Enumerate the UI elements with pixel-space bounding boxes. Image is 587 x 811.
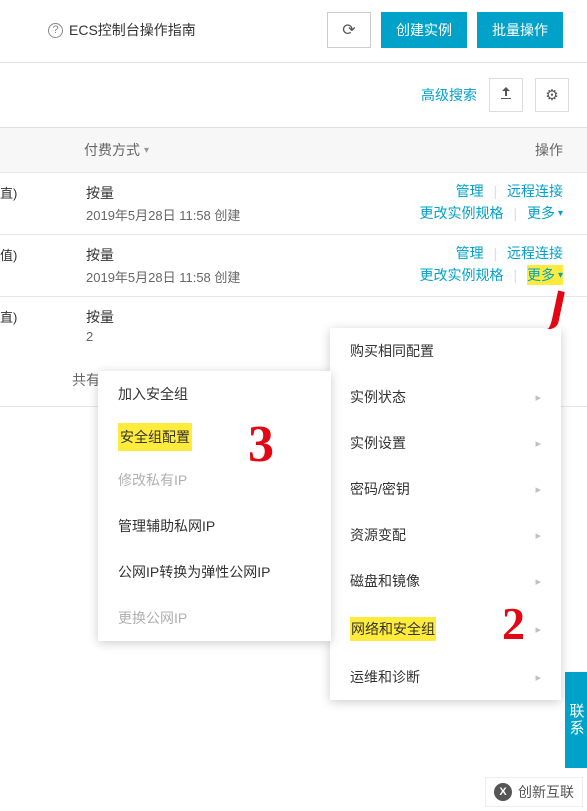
table-header: 付费方式 ▾ 操作	[0, 128, 587, 173]
table-row: 直) 按量 2019年5月28日 11:58 创建 管理 | 远程连接 更改实例…	[0, 173, 587, 235]
contact-sidetab[interactable]: 联系	[565, 672, 587, 768]
password-key-item[interactable]: 密码/密钥 ▸	[330, 466, 561, 512]
chevron-right-icon: ▸	[535, 391, 541, 404]
menu-item-label: 购买相同配置	[350, 341, 434, 361]
row-operations: 管理 | 远程连接 更改实例规格 | 更多 ▾	[420, 181, 563, 223]
convert-eip-item[interactable]: 公网IP转换为弹性公网IP	[98, 549, 331, 595]
batch-operation-button[interactable]: 批量操作	[477, 12, 563, 48]
chevron-right-icon: ▸	[535, 575, 541, 588]
gear-icon: ⚙	[545, 86, 558, 104]
chevron-down-icon: ▾	[558, 270, 563, 281]
pay-column-label: 付费方式	[84, 140, 140, 160]
watermark-logo-icon: X	[494, 783, 512, 801]
create-time: 2019年5月28日 11:58 创建	[86, 267, 240, 286]
pay-type: 按量	[86, 245, 240, 265]
menu-item-label: 密码/密钥	[350, 479, 410, 499]
chevron-right-icon: ▸	[535, 671, 541, 684]
separator: |	[507, 205, 523, 221]
watermark: X 创新互联	[485, 777, 583, 807]
disk-image-item[interactable]: 磁盘和镜像 ▸	[330, 558, 561, 604]
change-spec-link[interactable]: 更改实例规格	[420, 205, 504, 221]
export-button[interactable]	[489, 78, 523, 112]
create-instance-button[interactable]: 创建实例	[381, 12, 467, 48]
chevron-right-icon: ▸	[535, 623, 541, 636]
chevron-right-icon: ▸	[535, 483, 541, 496]
settings-button[interactable]: ⚙	[535, 78, 569, 112]
table-row: 值) 按量 2019年5月28日 11:58 创建 管理 | 远程连接 更改实例…	[0, 235, 587, 297]
menu-item-label: 实例状态	[350, 387, 406, 407]
instance-status-item[interactable]: 实例状态 ▸	[330, 374, 561, 420]
manage-link[interactable]: 管理	[456, 183, 484, 199]
annotation-2: 2	[502, 597, 525, 650]
more-dropdown[interactable]: 更多 ▾	[527, 265, 563, 285]
change-public-ip-item: 更换公网IP	[98, 595, 331, 641]
remote-connect-link[interactable]: 远程连接	[507, 245, 563, 261]
join-security-group-item[interactable]: 加入安全组	[98, 371, 331, 417]
more-dropdown-menu: 购买相同配置 实例状态 ▸ 实例设置 ▸ 密码/密钥 ▸ 资源变配 ▸ 磁盘和镜像 ▸ 网…	[330, 328, 561, 700]
row-id-suffix: 值)	[0, 245, 20, 286]
buy-same-config-item[interactable]: 购买相同配置	[330, 328, 561, 374]
row-id-suffix: 直)	[0, 307, 20, 344]
remote-connect-link[interactable]: 远程连接	[507, 183, 563, 199]
topbar: ? ECS控制台操作指南 ⟳ 创建实例 批量操作	[0, 0, 587, 63]
chevron-down-icon: ▾	[558, 208, 563, 219]
ops-diagnosis-item[interactable]: 运维和诊断 ▸	[330, 654, 561, 700]
pay-column-header[interactable]: 付费方式 ▾	[24, 140, 535, 160]
separator: |	[507, 267, 523, 283]
modify-private-ip-item: 修改私有IP	[98, 457, 331, 503]
security-group-submenu: 加入安全组 安全组配置 修改私有IP 管理辅助私网IP 公网IP转换为弹性公网I…	[98, 371, 331, 641]
create-time: 2019年5月28日 11:58 创建	[86, 205, 240, 224]
menu-item-label: 磁盘和镜像	[350, 571, 420, 591]
separator: |	[487, 183, 503, 199]
advanced-search-link[interactable]: 高级搜索	[421, 85, 477, 105]
pay-type: 按量	[86, 183, 240, 203]
chevron-right-icon: ▸	[535, 529, 541, 542]
manage-link[interactable]: 管理	[456, 245, 484, 261]
change-spec-link[interactable]: 更改实例规格	[420, 267, 504, 283]
manage-secondary-ip-item[interactable]: 管理辅助私网IP	[98, 503, 331, 549]
annotation-3: 3	[248, 415, 274, 474]
watermark-text: 创新互联	[518, 782, 574, 802]
help-icon: ?	[48, 23, 63, 38]
pay-type: 按量	[86, 307, 114, 327]
create-time: 2	[86, 329, 114, 344]
menu-item-label: 资源变配	[350, 525, 406, 545]
menu-item-label: 运维和诊断	[350, 667, 420, 687]
refresh-icon: ⟳	[342, 20, 355, 40]
topbar-actions: ⟳ 创建实例 批量操作	[327, 12, 563, 48]
export-icon	[499, 86, 513, 104]
row-operations: 管理 | 远程连接 更改实例规格 | 更多 ▾	[420, 243, 563, 285]
more-dropdown[interactable]: 更多 ▾	[527, 203, 563, 223]
op-column-header: 操作	[535, 140, 563, 160]
network-security-group-item[interactable]: 网络和安全组 ▸	[330, 604, 561, 654]
separator: |	[487, 245, 503, 261]
guide-label: ECS控制台操作指南	[69, 20, 196, 40]
refresh-button[interactable]: ⟳	[327, 12, 371, 48]
resource-change-item[interactable]: 资源变配 ▸	[330, 512, 561, 558]
more-label: 更多	[527, 265, 555, 285]
chevron-right-icon: ▸	[535, 437, 541, 450]
security-group-config-item[interactable]: 安全组配置	[118, 423, 192, 451]
menu-item-label: 网络和安全组	[350, 617, 436, 641]
instance-settings-item[interactable]: 实例设置 ▸	[330, 420, 561, 466]
menu-item-label: 实例设置	[350, 433, 406, 453]
filterbar: 高级搜索 ⚙	[0, 63, 587, 128]
sort-caret-icon: ▾	[144, 145, 149, 156]
more-label: 更多	[527, 203, 555, 223]
row-id-suffix: 直)	[0, 183, 20, 224]
guide-link[interactable]: ? ECS控制台操作指南	[48, 20, 196, 40]
